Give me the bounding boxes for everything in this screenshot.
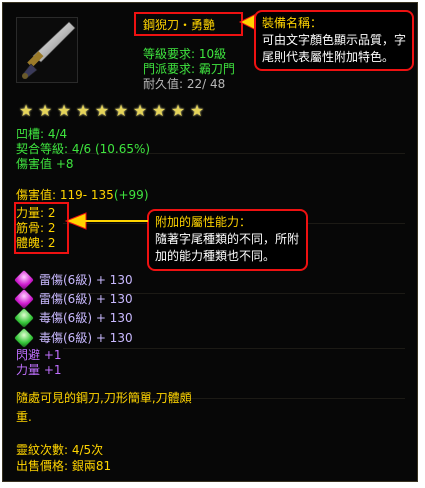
green-gem-icon — [14, 308, 34, 328]
callout-text: 尾則代表屬性附加特色。 — [262, 50, 395, 64]
sell-price: 出售價格: 銀兩81 — [16, 459, 112, 473]
pink-gem-icon — [14, 270, 34, 290]
item-description-line-2: 重. — [16, 410, 32, 424]
damage-bonus: 傷害值 +8 — [16, 157, 74, 171]
callout-title: 裝備名稱： — [262, 16, 323, 30]
stat-vitality: 體魄: 2 — [16, 236, 56, 250]
item-name: 鋼猊刀・勇艷 — [143, 18, 216, 32]
star-icon: ★ — [18, 101, 34, 120]
callout-connector — [84, 220, 148, 222]
gem-effect: 毒傷(6級) + 130 — [39, 311, 133, 325]
damage-extra: (+99) — [113, 188, 149, 202]
star-icon: ★ — [113, 101, 129, 120]
star-icon: ★ — [37, 101, 53, 120]
background-divider — [63, 348, 405, 349]
star-icon: ★ — [75, 101, 91, 120]
callout-text: 可由文字顏色顯示品質，字 — [262, 33, 407, 47]
pink-gem-icon — [14, 289, 34, 309]
star-icon: ★ — [189, 101, 205, 120]
star-icon: ★ — [94, 101, 110, 120]
callout-title: 附加的屬性能力： — [155, 215, 252, 229]
damage-line: 傷害值: 119- 135(+99) — [16, 186, 149, 203]
callout-text: 隨著字尾種類的不同，所附 — [155, 232, 300, 246]
gem-effect: 毒傷(6級) + 130 — [39, 331, 133, 345]
green-gem-icon — [14, 328, 34, 348]
damage-value: 傷害值: 119- 135 — [16, 188, 114, 202]
star-icon: ★ — [151, 101, 167, 120]
callout-attributes: 附加的屬性能力： 隨著字尾種類的不同，所附 加的能力種類也不同。 — [147, 209, 308, 271]
refine-count: 靈紋次數: 4/5次 — [16, 443, 104, 457]
star-icon: ★ — [170, 101, 186, 120]
callout-text: 加的能力種類也不同。 — [155, 249, 276, 263]
gem-effect: 雷傷(6級) + 130 — [39, 273, 133, 287]
bonus-strength: 力量 +1 — [16, 363, 62, 377]
callout-item-name: 裝備名稱： 可由文字顏色顯示品質，字 尾則代表屬性附加特色。 — [254, 10, 414, 71]
item-description-line-1: 隨處可見的鋼刀,刀形簡單,刀體頗 — [16, 391, 192, 405]
star-icon: ★ — [132, 101, 148, 120]
gem-effect: 雷傷(6級) + 130 — [39, 292, 133, 306]
weapon-icon — [16, 17, 78, 83]
star-rating: ★ ★ ★ ★ ★ ★ ★ ★ ★ ★ — [17, 101, 207, 120]
star-icon: ★ — [56, 101, 72, 120]
durability: 耐久值: 22/ 48 — [143, 77, 226, 91]
